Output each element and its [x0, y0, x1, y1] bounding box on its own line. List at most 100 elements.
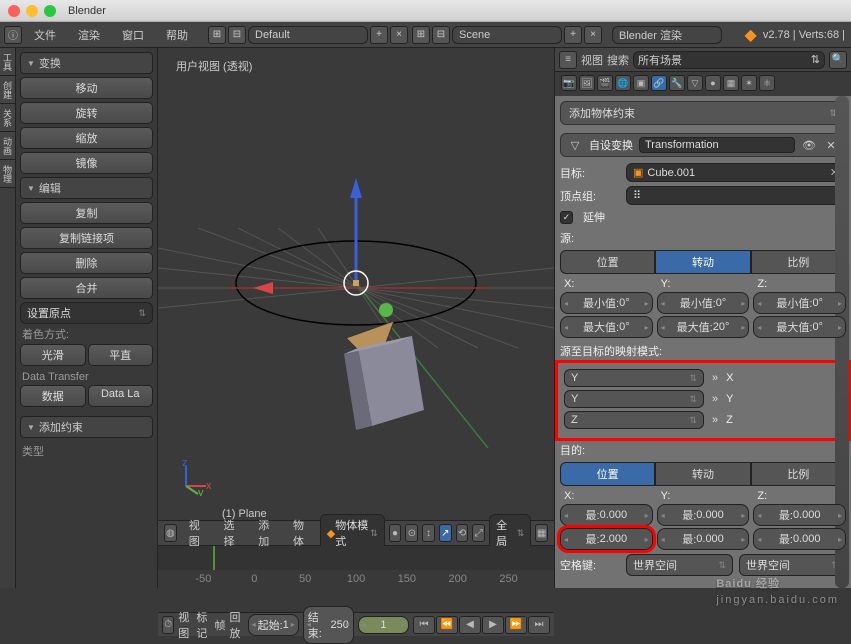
extrapolate-checkbox[interactable]: ✓ — [560, 211, 573, 224]
join-button[interactable]: 合并 — [20, 277, 153, 299]
scene-browse-icon[interactable]: ⊟ — [432, 26, 450, 44]
outliner-search-menu[interactable]: 搜索 — [607, 52, 629, 68]
scene-field[interactable]: Scene — [452, 26, 562, 44]
delete-button[interactable]: 删除 — [20, 252, 153, 274]
outliner-search-icon[interactable]: 🔍 — [829, 51, 847, 69]
src-y-min[interactable]: 最小值:0° — [657, 292, 750, 314]
tab-animation[interactable]: 动画 — [0, 132, 15, 160]
prop-material-icon[interactable]: ● — [705, 75, 721, 91]
timeline-track[interactable] — [158, 546, 554, 571]
delete-constraint-icon[interactable]: ✕ — [823, 137, 839, 153]
render-engine-field[interactable]: Blender 渲染 — [612, 26, 722, 44]
prop-render-icon[interactable]: 📷 — [561, 75, 577, 91]
prop-texture-icon[interactable]: ▦ — [723, 75, 739, 91]
eye-icon[interactable]: 👁 — [801, 137, 817, 153]
map-from-2[interactable]: Y — [564, 390, 704, 408]
outliner-editor-icon[interactable]: ≡ — [559, 51, 577, 69]
frame-end-field[interactable]: 结束: 250 — [303, 606, 354, 644]
duplicate-button[interactable]: 复制 — [20, 202, 153, 224]
keyframe-prev-icon[interactable]: ⏪ — [436, 616, 458, 634]
rotate-button[interactable]: 旋转 — [20, 102, 153, 124]
layout-del-icon[interactable]: × — [390, 26, 408, 44]
tl-menu-frame[interactable]: 帧 — [215, 617, 226, 633]
minimize-icon[interactable] — [26, 5, 38, 17]
keyframe-next-icon[interactable]: ⏩ — [505, 616, 527, 634]
mirror-button[interactable]: 镜像 — [20, 152, 153, 174]
editor-type-icon[interactable]: ⓘ — [4, 26, 22, 44]
layout-browse-icon[interactable]: ⊟ — [228, 26, 246, 44]
src-z-min[interactable]: 最小值:0° — [753, 292, 846, 314]
scene-add-icon[interactable]: + — [564, 26, 582, 44]
shading-solid-icon[interactable]: ● — [389, 524, 402, 542]
shade-flat-button[interactable]: 平直 — [88, 344, 154, 366]
jump-start-icon[interactable]: ⏮ — [413, 616, 435, 634]
src-z-max[interactable]: 最大值:0° — [753, 316, 846, 338]
set-origin-select[interactable]: 设置原点 — [20, 302, 153, 324]
layout-prev-icon[interactable]: ⊞ — [208, 26, 226, 44]
tab-physics[interactable]: 物理 — [0, 160, 15, 188]
play-reverse-icon[interactable]: ◀ — [459, 616, 481, 634]
panel-add-constraint-header[interactable]: 添加约束 — [20, 416, 153, 438]
target-field[interactable]: ▣Cube.001✕ — [626, 163, 846, 182]
playhead[interactable] — [213, 546, 215, 571]
dst-x-min[interactable]: 最: 0.000 — [560, 504, 653, 526]
dst-z-max[interactable]: 最: 0.000 — [753, 528, 846, 550]
prop-world-icon[interactable]: 🌐 — [615, 75, 631, 91]
layers-icon[interactable]: ▦ — [535, 524, 548, 542]
prop-object-icon[interactable]: ▣ — [633, 75, 649, 91]
prop-layers-icon[interactable]: 🖼 — [579, 75, 595, 91]
prop-modifiers-icon[interactable]: 🔧 — [669, 75, 685, 91]
src-y-max[interactable]: 最大值:20° — [657, 316, 750, 338]
dst-y-max[interactable]: 最: 0.000 — [657, 528, 750, 550]
add-object-constraint-select[interactable]: 添加物体约束 — [560, 101, 846, 125]
dst-tab-scale[interactable]: 比例 — [751, 462, 846, 486]
manip-rotate-icon[interactable]: ⟲ — [456, 524, 469, 542]
panel-transform-header[interactable]: 变换 — [20, 52, 153, 74]
shade-smooth-button[interactable]: 光滑 — [20, 344, 86, 366]
prop-data-icon[interactable]: ▽ — [687, 75, 703, 91]
dst-x-max[interactable]: 最: 2.000 — [560, 528, 653, 550]
src-tab-rot[interactable]: 转动 — [655, 250, 750, 274]
pivot-icon[interactable]: ⊙ — [405, 524, 418, 542]
collapse-icon[interactable]: ▽ — [567, 137, 583, 153]
space-to-select[interactable]: 世界空间 — [739, 554, 846, 576]
zoom-icon[interactable] — [44, 5, 56, 17]
scene-del-icon[interactable]: × — [584, 26, 602, 44]
src-x-max[interactable]: 最大值:0° — [560, 316, 653, 338]
menu-file[interactable]: 文件 — [24, 25, 66, 45]
prop-physics-icon[interactable]: ⚛ — [759, 75, 775, 91]
frame-start-field[interactable]: 起始: 1 — [248, 614, 299, 636]
space-from-select[interactable]: 世界空间 — [626, 554, 733, 576]
outliner-filter-select[interactable]: 所有场景⇅ — [633, 51, 825, 69]
data-button[interactable]: 数据 — [20, 385, 86, 407]
dst-y-min[interactable]: 最: 0.000 — [657, 504, 750, 526]
frame-current-field[interactable]: 1 — [358, 616, 409, 634]
menu-window[interactable]: 窗口 — [112, 25, 154, 45]
tab-create[interactable]: 创建 — [0, 76, 15, 104]
dst-tab-rot[interactable]: 转动 — [655, 462, 750, 486]
close-icon[interactable] — [8, 5, 20, 17]
dst-z-min[interactable]: 最: 0.000 — [753, 504, 846, 526]
timeline-editor-icon[interactable]: ⏱ — [162, 616, 174, 634]
prop-scene-icon[interactable]: 🎬 — [597, 75, 613, 91]
src-tab-loc[interactable]: 位置 — [560, 250, 655, 274]
3d-viewport[interactable]: 用户视图 (透视) (1) Plane x z y ◍ 视图 选择 添加 物体 … — [158, 48, 554, 588]
manipulator-icon[interactable]: ↕ — [422, 524, 435, 542]
constraint-name-field[interactable]: Transformation — [639, 137, 795, 153]
src-x-min[interactable]: 最小值:0° — [560, 292, 653, 314]
manip-scale-icon[interactable]: ⤢ — [472, 524, 485, 542]
prop-particles-icon[interactable]: ✶ — [741, 75, 757, 91]
dst-tab-loc[interactable]: 位置 — [560, 462, 655, 486]
layout-add-icon[interactable]: + — [370, 26, 388, 44]
editor-type-3d-icon[interactable]: ◍ — [164, 524, 177, 542]
menu-render[interactable]: 渲染 — [68, 25, 110, 45]
prop-constraints-icon[interactable]: 🔗 — [651, 75, 667, 91]
panel-edit-header[interactable]: 编辑 — [20, 177, 153, 199]
jump-end-icon[interactable]: ⏭ — [528, 616, 550, 634]
duplicate-linked-button[interactable]: 复制链接项 — [20, 227, 153, 249]
data-layout-button[interactable]: Data La — [88, 385, 154, 407]
scale-button[interactable]: 缩放 — [20, 127, 153, 149]
move-button[interactable]: 移动 — [20, 77, 153, 99]
outliner-view-menu[interactable]: 视图 — [581, 52, 603, 68]
map-from-1[interactable]: Y — [564, 369, 704, 387]
